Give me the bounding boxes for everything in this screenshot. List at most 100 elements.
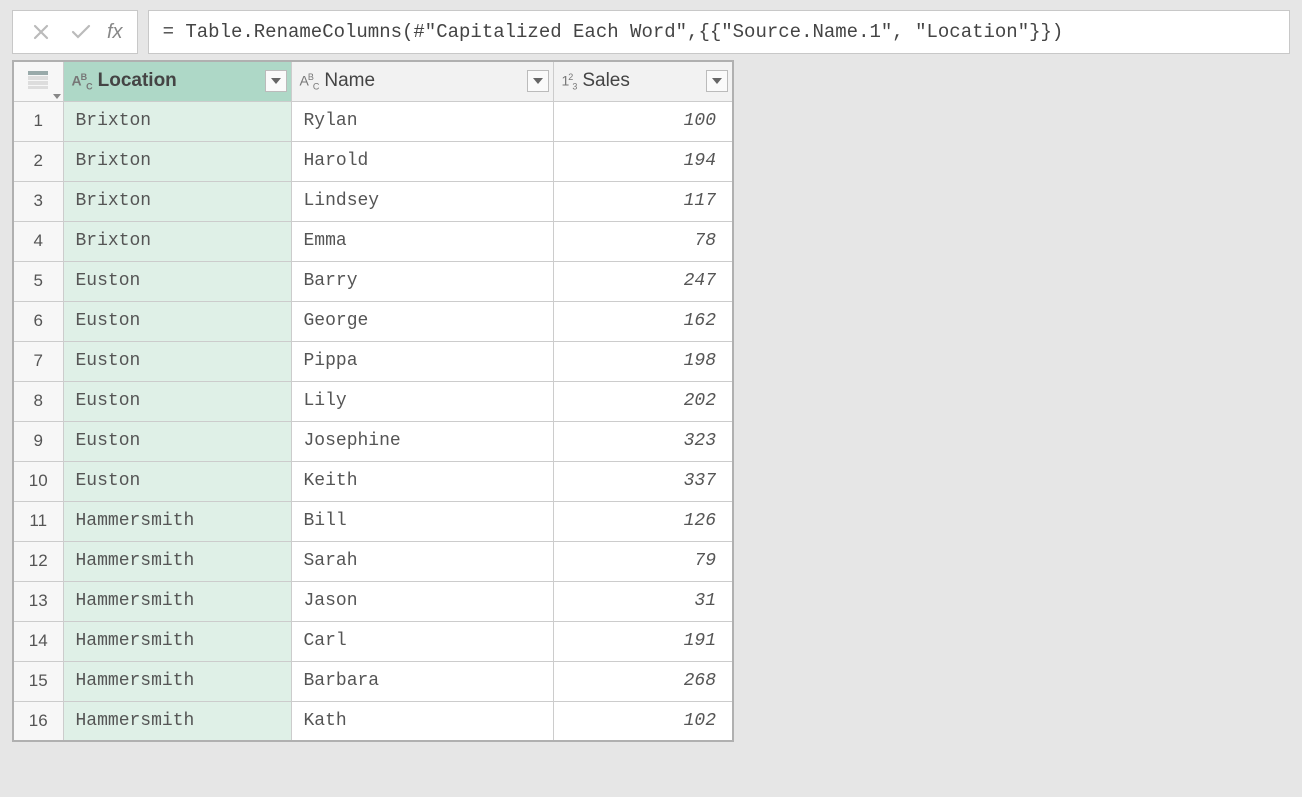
table-row[interactable]: 15HammersmithBarbara268 — [13, 661, 733, 701]
cell-sales[interactable]: 31 — [553, 581, 733, 621]
cell-location[interactable]: Euston — [63, 421, 291, 461]
row-number[interactable]: 12 — [13, 541, 63, 581]
cell-name[interactable]: Bill — [291, 501, 553, 541]
cell-sales[interactable]: 117 — [553, 181, 733, 221]
table-row[interactable]: 6EustonGeorge162 — [13, 301, 733, 341]
cell-sales[interactable]: 202 — [553, 381, 733, 421]
cell-sales[interactable]: 126 — [553, 501, 733, 541]
fx-label: fx — [101, 21, 129, 44]
cell-name[interactable]: George — [291, 301, 553, 341]
table-row[interactable]: 11HammersmithBill126 — [13, 501, 733, 541]
table-row[interactable]: 12HammersmithSarah79 — [13, 541, 733, 581]
row-number[interactable]: 3 — [13, 181, 63, 221]
cell-name[interactable]: Harold — [291, 141, 553, 181]
table-row[interactable]: 16HammersmithKath102 — [13, 701, 733, 741]
row-number[interactable]: 11 — [13, 501, 63, 541]
row-number[interactable]: 16 — [13, 701, 63, 741]
table-row[interactable]: 10EustonKeith337 — [13, 461, 733, 501]
cell-location[interactable]: Hammersmith — [63, 701, 291, 741]
cell-name[interactable]: Pippa — [291, 341, 553, 381]
cell-name[interactable]: Sarah — [291, 541, 553, 581]
filter-button-sales[interactable] — [706, 70, 728, 92]
table-row[interactable]: 7EustonPippa198 — [13, 341, 733, 381]
filter-button-location[interactable] — [265, 70, 287, 92]
column-label: Sales — [582, 70, 630, 92]
column-header-location[interactable]: ABC Location — [63, 61, 291, 101]
cell-location[interactable]: Brixton — [63, 181, 291, 221]
cell-name[interactable]: Emma — [291, 221, 553, 261]
cell-name[interactable]: Josephine — [291, 421, 553, 461]
formula-input[interactable]: = Table.RenameColumns(#"Capitalized Each… — [148, 10, 1290, 54]
row-number[interactable]: 10 — [13, 461, 63, 501]
row-number[interactable]: 14 — [13, 621, 63, 661]
cell-name[interactable]: Barry — [291, 261, 553, 301]
cell-sales[interactable]: 323 — [553, 421, 733, 461]
chevron-down-icon — [53, 94, 61, 99]
cell-location[interactable]: Hammersmith — [63, 621, 291, 661]
cell-name[interactable]: Keith — [291, 461, 553, 501]
cell-sales[interactable]: 198 — [553, 341, 733, 381]
cell-location[interactable]: Euston — [63, 341, 291, 381]
cell-location[interactable]: Euston — [63, 461, 291, 501]
cell-name[interactable]: Lindsey — [291, 181, 553, 221]
row-number[interactable]: 5 — [13, 261, 63, 301]
row-number[interactable]: 6 — [13, 301, 63, 341]
table-row[interactable]: 1BrixtonRylan100 — [13, 101, 733, 141]
cell-location[interactable]: Hammersmith — [63, 541, 291, 581]
cell-sales[interactable]: 162 — [553, 301, 733, 341]
cell-sales[interactable]: 191 — [553, 621, 733, 661]
type-text-icon: ABC — [72, 72, 92, 91]
cell-location[interactable]: Hammersmith — [63, 581, 291, 621]
row-number[interactable]: 4 — [13, 221, 63, 261]
cell-sales[interactable]: 337 — [553, 461, 733, 501]
column-label: Name — [324, 70, 375, 92]
table-row[interactable]: 13HammersmithJason31 — [13, 581, 733, 621]
commit-formula-button[interactable] — [61, 11, 101, 53]
column-header-name[interactable]: ABC Name — [291, 61, 553, 101]
cell-location[interactable]: Euston — [63, 261, 291, 301]
row-number[interactable]: 7 — [13, 341, 63, 381]
table-row[interactable]: 14HammersmithCarl191 — [13, 621, 733, 661]
formula-controls: fx — [12, 10, 138, 54]
cell-location[interactable]: Euston — [63, 301, 291, 341]
table-row[interactable]: 5EustonBarry247 — [13, 261, 733, 301]
cell-location[interactable]: Brixton — [63, 141, 291, 181]
cell-name[interactable]: Jason — [291, 581, 553, 621]
cell-name[interactable]: Lily — [291, 381, 553, 421]
cell-location[interactable]: Brixton — [63, 221, 291, 261]
row-number[interactable]: 15 — [13, 661, 63, 701]
cell-sales[interactable]: 100 — [553, 101, 733, 141]
cell-location[interactable]: Euston — [63, 381, 291, 421]
cell-name[interactable]: Carl — [291, 621, 553, 661]
cell-location[interactable]: Hammersmith — [63, 501, 291, 541]
column-header-sales[interactable]: 123 Sales — [553, 61, 733, 101]
x-icon — [33, 24, 49, 40]
cell-sales[interactable]: 79 — [553, 541, 733, 581]
cell-location[interactable]: Hammersmith — [63, 661, 291, 701]
row-number[interactable]: 2 — [13, 141, 63, 181]
type-text-icon: ABC — [300, 72, 319, 91]
table-row[interactable]: 9EustonJosephine323 — [13, 421, 733, 461]
cell-name[interactable]: Rylan — [291, 101, 553, 141]
cell-name[interactable]: Kath — [291, 701, 553, 741]
table-row[interactable]: 8EustonLily202 — [13, 381, 733, 421]
cell-sales[interactable]: 78 — [553, 221, 733, 261]
row-number[interactable]: 13 — [13, 581, 63, 621]
cell-name[interactable]: Barbara — [291, 661, 553, 701]
cancel-formula-button[interactable] — [21, 11, 61, 53]
row-number[interactable]: 1 — [13, 101, 63, 141]
column-label: Location — [98, 70, 177, 92]
cell-sales[interactable]: 247 — [553, 261, 733, 301]
select-all-corner[interactable] — [13, 61, 63, 101]
table-row[interactable]: 3BrixtonLindsey117 — [13, 181, 733, 221]
cell-sales[interactable]: 194 — [553, 141, 733, 181]
table-row[interactable]: 2BrixtonHarold194 — [13, 141, 733, 181]
cell-location[interactable]: Brixton — [63, 101, 291, 141]
formula-bar: fx = Table.RenameColumns(#"Capitalized E… — [0, 0, 1302, 60]
table-row[interactable]: 4BrixtonEmma78 — [13, 221, 733, 261]
row-number[interactable]: 9 — [13, 421, 63, 461]
cell-sales[interactable]: 102 — [553, 701, 733, 741]
filter-button-name[interactable] — [527, 70, 549, 92]
cell-sales[interactable]: 268 — [553, 661, 733, 701]
row-number[interactable]: 8 — [13, 381, 63, 421]
